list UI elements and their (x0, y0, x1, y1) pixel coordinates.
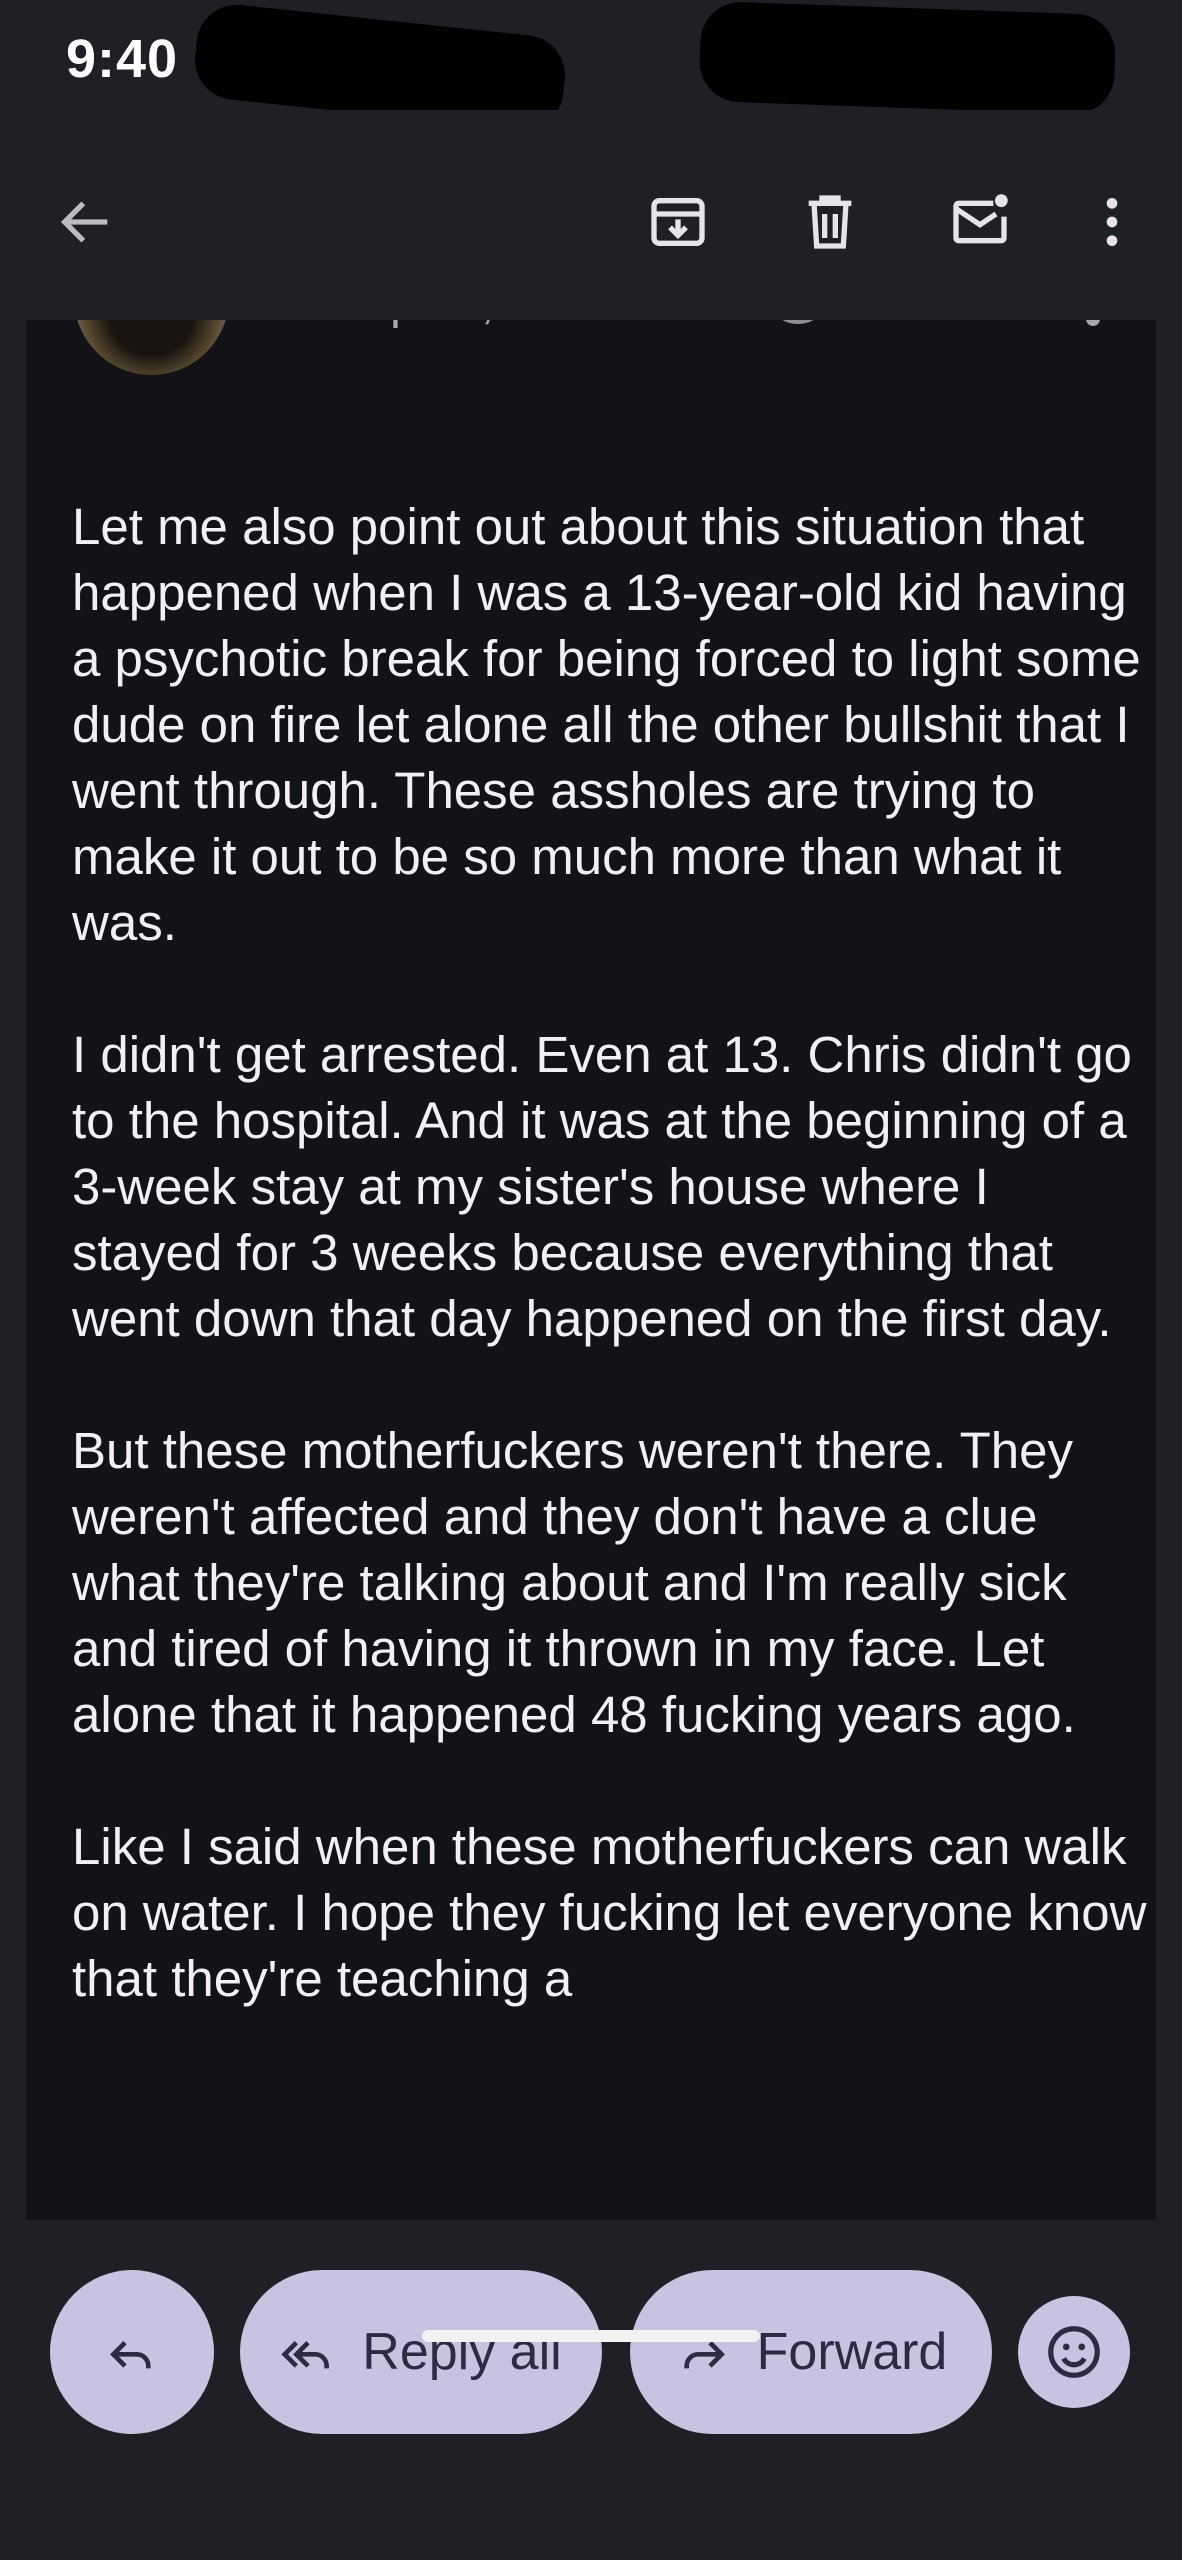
emoji-react-icon[interactable] (766, 320, 830, 324)
more-vert-icon (1106, 198, 1118, 246)
more-options-button[interactable] (1072, 182, 1152, 262)
message-card: to Sophia, Neil... ⌄ Let me also point o… (26, 320, 1156, 2220)
forward-label: Forward (756, 2323, 948, 2381)
home-indicator[interactable] (422, 2330, 760, 2342)
arrow-back-icon (60, 201, 108, 243)
sender-avatar[interactable] (74, 320, 229, 375)
reply-all-icon (281, 2341, 330, 2369)
message-more-icon[interactable] (1086, 320, 1100, 326)
emoji-reaction-button[interactable] (1018, 2296, 1130, 2408)
back-button[interactable] (46, 182, 126, 262)
archive-button[interactable] (638, 182, 718, 262)
reply-button[interactable] (50, 2270, 214, 2434)
email-paragraph: I didn't get arrested. Even at 13. Chris… (72, 1026, 1132, 1347)
forward-button[interactable]: Forward (630, 2270, 992, 2434)
archive-icon (651, 198, 705, 246)
bottom-action-bar: Reply all Forward (0, 2220, 1182, 2560)
mark-unread-button[interactable] (940, 182, 1020, 262)
reply-icon (110, 2341, 151, 2369)
email-paragraph: But these motherfuckers weren't there. T… (72, 1422, 1076, 1743)
status-time: 9:40 (66, 29, 179, 89)
top-app-bar (0, 110, 1182, 320)
chevron-down-icon: ⌄ (652, 320, 686, 326)
recipients-label: to Sophia, Neil... (278, 320, 630, 330)
mark-unread-icon (953, 194, 1008, 244)
recipients-toggle[interactable]: to Sophia, Neil... ⌄ (278, 320, 686, 330)
email-paragraph: Let me also point out about this situati… (72, 498, 1141, 951)
trash-icon (808, 195, 852, 249)
email-paragraph: Like I said when these motherfuckers can… (72, 1818, 1147, 2007)
redaction-mark (698, 0, 1117, 116)
emoji-reaction-icon (1048, 2326, 1100, 2378)
delete-button[interactable] (790, 182, 870, 262)
status-bar: 9:40 (0, 0, 1182, 135)
email-body: Let me also point out about this situati… (72, 494, 1152, 2078)
reply-all-button[interactable]: Reply all (240, 2270, 602, 2434)
